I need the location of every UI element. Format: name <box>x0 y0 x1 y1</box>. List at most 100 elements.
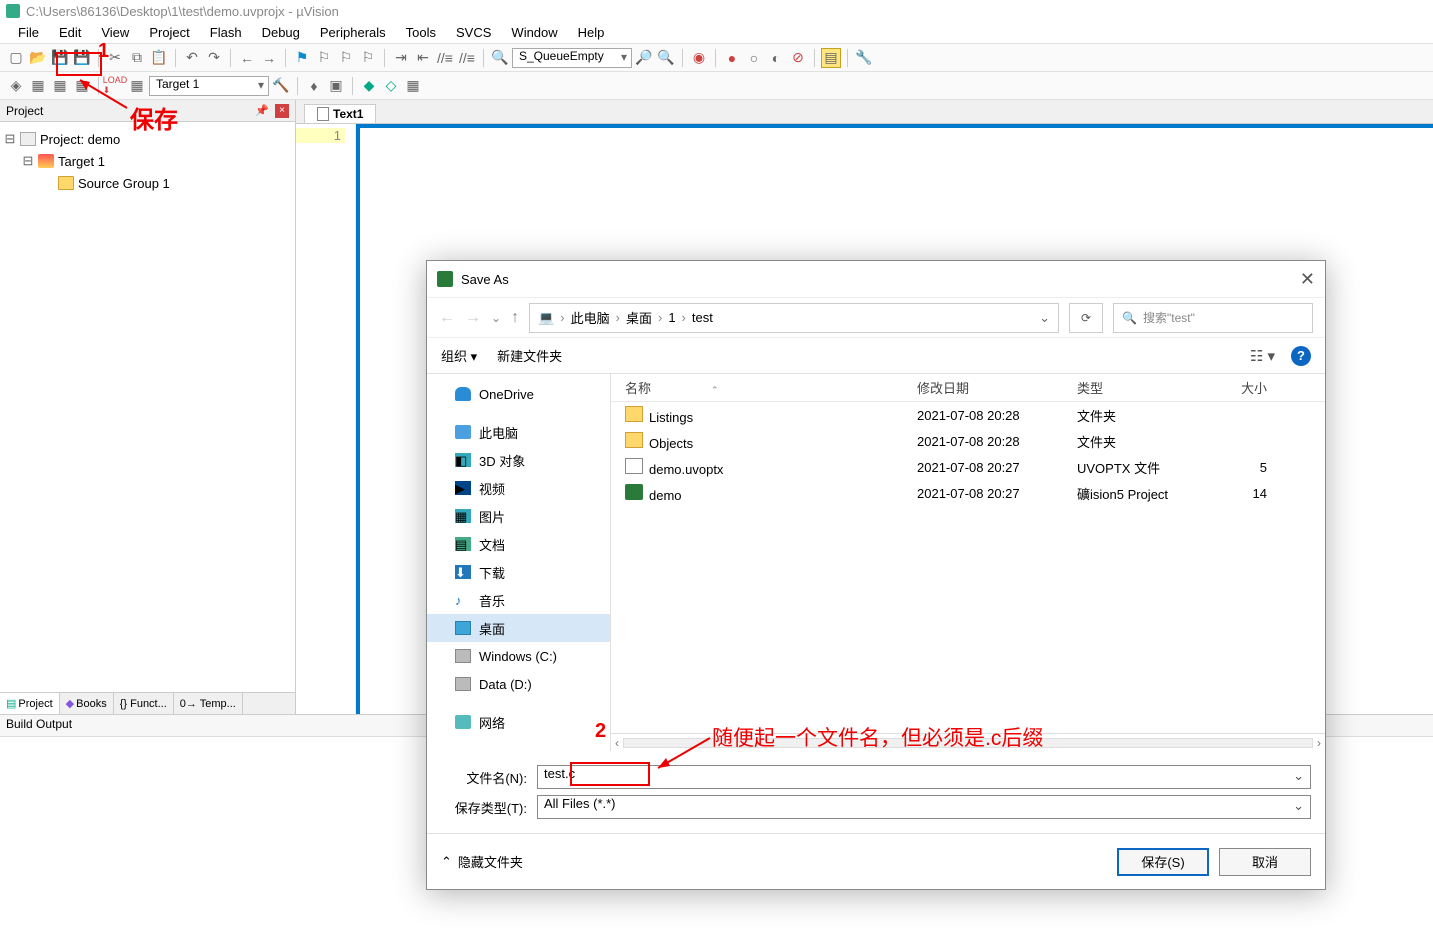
target-combo[interactable]: Target 1 <box>149 76 269 96</box>
menu-view[interactable]: View <box>91 25 139 40</box>
hide-folders-toggle[interactable]: ⌃ 隐藏文件夹 <box>441 852 523 871</box>
file-row[interactable]: Listings2021-07-08 20:28文件夹 <box>611 402 1325 428</box>
menu-svcs[interactable]: SVCS <box>446 25 501 40</box>
find-icon[interactable]: 🔍 <box>490 48 510 68</box>
crumb-pc[interactable]: 此电脑 <box>571 308 610 327</box>
menu-window[interactable]: Window <box>501 25 567 40</box>
menu-peripherals[interactable]: Peripherals <box>310 25 396 40</box>
organize-button[interactable]: 组织 ▾ <box>441 346 477 365</box>
bookmark-prev-icon[interactable]: ⚐ <box>314 48 334 68</box>
find-in-files-icon[interactable]: 🔎 <box>634 48 654 68</box>
manage-components-icon[interactable]: ♦ <box>304 76 324 96</box>
crumb-desktop[interactable]: 桌面 <box>626 308 652 327</box>
target-options-icon[interactable]: ▦ <box>127 76 147 96</box>
menu-debug[interactable]: Debug <box>252 25 310 40</box>
breakpoint-disable-icon[interactable]: ◐ <box>766 48 786 68</box>
build-icon[interactable]: ▦ <box>28 76 48 96</box>
project-tree[interactable]: ⊟ Project: demo ⊟ Target 1 Source Group … <box>0 122 295 692</box>
new-folder-button[interactable]: 新建文件夹 <box>497 346 562 365</box>
breakpoint-kill-icon[interactable]: ⊘ <box>788 48 808 68</box>
bookmark-icon[interactable]: ⚑ <box>292 48 312 68</box>
incremental-find-icon[interactable]: 🔍 <box>656 48 676 68</box>
download-icon[interactable]: LOAD⬇ <box>105 76 125 96</box>
pack-installer-icon[interactable]: ◆ <box>359 76 379 96</box>
col-size[interactable]: 大小 <box>1217 378 1277 397</box>
undo-icon[interactable]: ↶ <box>182 48 202 68</box>
nav-up-icon[interactable]: ↑ <box>511 309 519 327</box>
file-row[interactable]: demo.uvoptx2021-07-08 20:27UVOPTX 文件5 <box>611 454 1325 480</box>
sidebar-item-3dobjects[interactable]: ◧3D 对象 <box>427 446 610 474</box>
manage-rte-icon[interactable]: ◇ <box>381 76 401 96</box>
chevron-down-icon[interactable]: ⌄ <box>1039 310 1050 326</box>
sidebar-item-downloads[interactable]: ⬇下载 <box>427 558 610 586</box>
bookmark-clear-icon[interactable]: ⚐ <box>358 48 378 68</box>
dialog-close-icon[interactable]: ✕ <box>1300 269 1315 290</box>
breakpoint-toggle-icon[interactable]: ○ <box>744 48 764 68</box>
tree-toggle[interactable]: ⊟ <box>22 153 34 169</box>
breakpoint-icon[interactable]: ● <box>722 48 742 68</box>
window-layout-icon[interactable]: ▤ <box>821 48 841 68</box>
sidebar-item-onedrive[interactable]: OneDrive <box>427 380 610 408</box>
configure-icon[interactable]: 🔧 <box>854 48 874 68</box>
filename-input[interactable]: test.c <box>537 765 1311 789</box>
menu-edit[interactable]: Edit <box>49 25 91 40</box>
open-file-icon[interactable]: 📂 <box>28 48 48 68</box>
nav-back-icon[interactable]: ← <box>237 48 257 68</box>
debug-icon[interactable]: ◉ <box>689 48 709 68</box>
redo-icon[interactable]: ↷ <box>204 48 224 68</box>
batch-build-icon[interactable]: ▦ <box>72 76 92 96</box>
nav-recent-icon[interactable]: ⌄ <box>491 311 501 325</box>
project-group-label[interactable]: Source Group 1 <box>78 176 170 191</box>
editor-tab-text1[interactable]: Text1 <box>304 104 376 123</box>
sidebar-item-music[interactable]: ♪音乐 <box>427 586 610 614</box>
indent-icon[interactable]: ⇥ <box>391 48 411 68</box>
new-file-icon[interactable]: ▢ <box>6 48 26 68</box>
crumb-1[interactable]: 1 <box>668 310 675 325</box>
sidebar-item-desktop[interactable]: 桌面 <box>427 614 610 642</box>
file-row[interactable]: Objects2021-07-08 20:28文件夹 <box>611 428 1325 454</box>
filetype-combo[interactable]: All Files (*.*) <box>537 795 1311 819</box>
menu-flash[interactable]: Flash <box>200 25 252 40</box>
bookmark-next-icon[interactable]: ⚐ <box>336 48 356 68</box>
copy-icon[interactable]: ⧉ <box>127 48 147 68</box>
paste-icon[interactable]: 📋 <box>149 48 169 68</box>
crumb-test[interactable]: test <box>692 310 713 325</box>
sidebar-item-d-drive[interactable]: Data (D:) <box>427 670 610 698</box>
save-button[interactable]: 保存(S) <box>1117 848 1209 876</box>
options-icon[interactable]: 🔨 <box>271 76 291 96</box>
menu-file[interactable]: File <box>8 25 49 40</box>
nav-fwd-icon[interactable]: → <box>259 48 279 68</box>
comment-icon[interactable]: //≡ <box>435 48 455 68</box>
refresh-button[interactable]: ⟳ <box>1069 303 1103 333</box>
rebuild-icon[interactable]: ▦ <box>50 76 70 96</box>
sidebar-item-network[interactable]: 网络 <box>427 708 610 736</box>
menu-project[interactable]: Project <box>139 25 199 40</box>
sidebar-item-pictures[interactable]: ▦图片 <box>427 502 610 530</box>
search-input[interactable]: 🔍 搜索"test" <box>1113 303 1313 333</box>
translate-icon[interactable]: ◈ <box>6 76 26 96</box>
sidebar-item-c-drive[interactable]: Windows (C:) <box>427 642 610 670</box>
tab-project[interactable]: ▤Project <box>0 693 60 714</box>
tab-functions[interactable]: {} Funct... <box>114 693 174 714</box>
col-date[interactable]: 修改日期 <box>917 378 1077 397</box>
sidebar-item-documents[interactable]: ▤文档 <box>427 530 610 558</box>
menu-tools[interactable]: Tools <box>396 25 446 40</box>
tree-toggle[interactable]: ⊟ <box>4 131 16 147</box>
cancel-button[interactable]: 取消 <box>1219 848 1311 876</box>
file-row[interactable]: demo2021-07-08 20:27礦ision5 Project14 <box>611 480 1325 506</box>
col-name[interactable]: 名称⌃ <box>617 378 917 397</box>
close-icon[interactable]: × <box>275 104 289 118</box>
books-icon[interactable]: ▦ <box>403 76 423 96</box>
sidebar-item-thispc[interactable]: 此电脑 <box>427 418 610 446</box>
col-type[interactable]: 类型 <box>1077 378 1217 397</box>
tab-templates[interactable]: 0→ Temp... <box>174 693 243 714</box>
project-target-label[interactable]: Target 1 <box>58 154 105 169</box>
select-packs-icon[interactable]: ▣ <box>326 76 346 96</box>
breadcrumb[interactable]: 💻 › 此电脑 › 桌面 › 1 › test ⌄ <box>529 303 1059 333</box>
project-root-label[interactable]: Project: demo <box>40 132 120 147</box>
nav-forward-icon[interactable]: → <box>465 309 481 327</box>
sidebar-item-videos[interactable]: ▶视频 <box>427 474 610 502</box>
menu-help[interactable]: Help <box>568 25 615 40</box>
pin-icon[interactable]: 📌 <box>255 104 269 117</box>
help-icon[interactable]: ? <box>1291 346 1311 366</box>
